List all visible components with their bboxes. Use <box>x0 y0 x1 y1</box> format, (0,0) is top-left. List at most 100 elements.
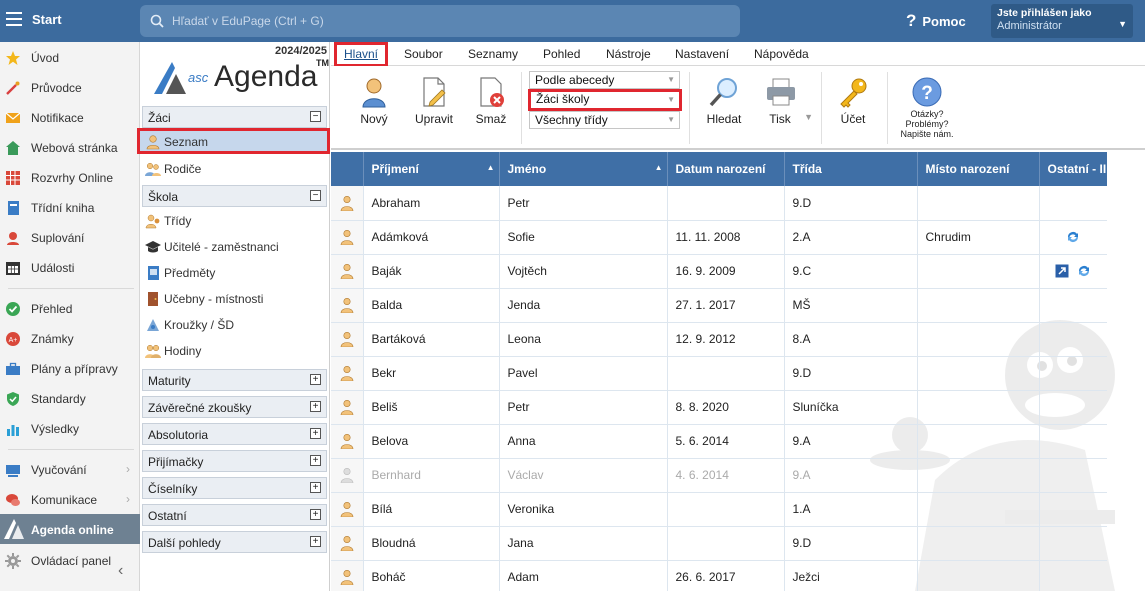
cell-datum[interactable]: 8. 8. 2020 <box>667 390 785 425</box>
col-trida[interactable]: Třída <box>784 152 918 186</box>
print-dropdown-icon[interactable]: ▼ <box>804 112 813 122</box>
table-row[interactable]: Bílá Veronika 1.A <box>331 492 1107 527</box>
cell-jmeno[interactable]: Veronika <box>499 492 668 527</box>
table-row[interactable]: Balda Jenda 27. 1. 2017 MŠ <box>331 288 1107 323</box>
panel-item-tridy[interactable]: Třídy <box>142 208 328 234</box>
collapse-sidebar-icon[interactable]: ‹ <box>118 562 123 580</box>
cell-misto[interactable] <box>917 526 1040 561</box>
cell-trida[interactable]: 9.A <box>784 458 918 493</box>
cell-datum[interactable] <box>667 186 785 221</box>
cell-trida[interactable]: 1.A <box>784 492 918 527</box>
cell-jmeno[interactable]: Vojtěch <box>499 254 668 289</box>
table-row[interactable]: Beliš Petr 8. 8. 2020 Sluníčka <box>331 390 1107 425</box>
section-zaverecne-zkousky[interactable]: Závěrečné zkoušky + <box>142 396 327 418</box>
section-maturity[interactable]: Maturity + <box>142 369 327 391</box>
cell-datum[interactable] <box>667 356 785 391</box>
cell-prijmeni[interactable]: Balda <box>363 288 500 323</box>
table-row[interactable]: Boháč Adam 26. 6. 2017 Ježci <box>331 560 1107 591</box>
cell-prijmeni[interactable]: Boháč <box>363 560 500 591</box>
cell-prijmeni[interactable]: Bekr <box>363 356 500 391</box>
panel-item-krouzky[interactable]: Kroužky / ŠD <box>142 312 328 338</box>
cell-ostatni[interactable] <box>1039 356 1107 391</box>
cell-jmeno[interactable]: Jenda <box>499 288 668 323</box>
cell-misto[interactable]: Chrudim <box>917 220 1040 255</box>
nav-item-vyucovani[interactable]: Vyučování › <box>0 454 140 484</box>
cell-prijmeni[interactable]: Baják <box>363 254 500 289</box>
cell-prijmeni[interactable]: Belova <box>363 424 500 459</box>
cell-ostatni[interactable] <box>1039 560 1107 591</box>
nav-item-uvod[interactable]: Úvod <box>0 42 140 72</box>
cell-misto[interactable] <box>917 288 1040 323</box>
cell-prijmeni[interactable]: Beliš <box>363 390 500 425</box>
cell-trida[interactable]: Sluníčka <box>784 390 918 425</box>
cell-ostatni[interactable] <box>1039 526 1107 561</box>
cell-misto[interactable] <box>917 492 1040 527</box>
cell-jmeno[interactable]: Petr <box>499 186 668 221</box>
cell-jmeno[interactable]: Jana <box>499 526 668 561</box>
cell-misto[interactable] <box>917 186 1040 221</box>
expand-icon[interactable]: + <box>310 455 321 466</box>
expand-icon[interactable]: + <box>310 401 321 412</box>
expand-icon[interactable]: + <box>310 536 321 547</box>
section-absolutoria[interactable]: Absolutoria + <box>142 423 327 445</box>
cell-ostatni[interactable] <box>1039 220 1107 255</box>
nav-item-znamky[interactable]: A+ Známky <box>0 323 140 353</box>
collapse-icon[interactable]: − <box>310 190 321 201</box>
section-dalsi-pohledy[interactable]: Další pohledy + <box>142 531 327 553</box>
cell-prijmeni[interactable]: Bloudná <box>363 526 500 561</box>
cell-jmeno[interactable]: Adam <box>499 560 668 591</box>
panel-item-rodice[interactable]: Rodiče <box>142 156 328 182</box>
table-row[interactable]: Bekr Pavel 9.D <box>331 356 1107 391</box>
cell-ostatni[interactable] <box>1039 322 1107 357</box>
nav-item-plany[interactable]: Plány a přípravy <box>0 353 140 383</box>
new-button[interactable]: Nový <box>347 66 401 150</box>
cell-datum[interactable]: 5. 6. 2014 <box>667 424 785 459</box>
cell-jmeno[interactable]: Anna <box>499 424 668 459</box>
cell-datum[interactable]: 16. 9. 2009 <box>667 254 785 289</box>
cell-prijmeni[interactable]: Abraham <box>363 186 500 221</box>
cell-misto[interactable] <box>917 560 1040 591</box>
cell-datum[interactable]: 4. 6. 2014 <box>667 458 785 493</box>
nav-item-pruvodce[interactable]: Průvodce <box>0 72 140 102</box>
table-row[interactable]: Bartáková Leona 12. 9. 2012 8.A <box>331 322 1107 357</box>
search-input[interactable] <box>172 11 712 31</box>
cell-prijmeni[interactable]: Bartáková <box>363 322 500 357</box>
cell-ostatni[interactable] <box>1039 390 1107 425</box>
expand-icon[interactable]: + <box>310 428 321 439</box>
sort-select[interactable]: Podle abecedy ▼ <box>529 71 680 89</box>
menu-nastroje[interactable]: Nástroje <box>606 47 651 61</box>
table-row[interactable]: Bernhard Václav 4. 6. 2014 9.A <box>331 458 1107 493</box>
section-ostatni[interactable]: Ostatní + <box>142 504 327 526</box>
cell-trida[interactable]: MŠ <box>784 288 918 323</box>
cell-ostatni[interactable] <box>1039 254 1107 289</box>
panel-item-ucitele[interactable]: Učitelé - zaměstnanci <box>142 234 328 260</box>
cell-ostatni[interactable] <box>1039 288 1107 323</box>
cell-misto[interactable] <box>917 424 1040 459</box>
nav-item-vysledky[interactable]: Výsledky <box>0 413 140 443</box>
nav-item-webova-stranka[interactable]: Webová stránka <box>0 132 140 162</box>
cell-misto[interactable] <box>917 356 1040 391</box>
cell-prijmeni[interactable]: Bernhard <box>363 458 500 493</box>
cell-misto[interactable] <box>917 390 1040 425</box>
print-button[interactable]: Tisk ▼ <box>757 66 817 150</box>
cell-prijmeni[interactable]: Bílá <box>363 492 500 527</box>
expand-icon[interactable]: + <box>310 374 321 385</box>
cell-datum[interactable]: 26. 6. 2017 <box>667 560 785 591</box>
export-icon[interactable] <box>1051 264 1073 278</box>
cell-trida[interactable]: 8.A <box>784 322 918 357</box>
cell-jmeno[interactable]: Pavel <box>499 356 668 391</box>
table-row[interactable]: Belova Anna 5. 6. 2014 9.A <box>331 424 1107 459</box>
table-row[interactable]: Bloudná Jana 9.D <box>331 526 1107 561</box>
panel-item-ucebny[interactable]: Učebny - místnosti <box>142 286 328 312</box>
cell-trida[interactable]: 2.A <box>784 220 918 255</box>
col-jmeno[interactable]: Jméno ▲ <box>499 152 668 186</box>
cell-jmeno[interactable]: Petr <box>499 390 668 425</box>
nav-item-rozvrhy[interactable]: Rozvrhy Online <box>0 162 140 192</box>
menu-hlavni[interactable]: Hlavní <box>334 42 388 67</box>
user-menu[interactable]: Jste přihlášen jako Administrátor ▼ <box>991 4 1133 38</box>
nav-item-prehled[interactable]: Přehled <box>0 293 140 323</box>
cell-ostatni[interactable] <box>1039 186 1107 221</box>
table-row[interactable]: Adámková Sofie 11. 11. 2008 2.A Chrudim <box>331 220 1107 255</box>
cell-trida[interactable]: 9.D <box>784 356 918 391</box>
cell-datum[interactable]: 11. 11. 2008 <box>667 220 785 255</box>
